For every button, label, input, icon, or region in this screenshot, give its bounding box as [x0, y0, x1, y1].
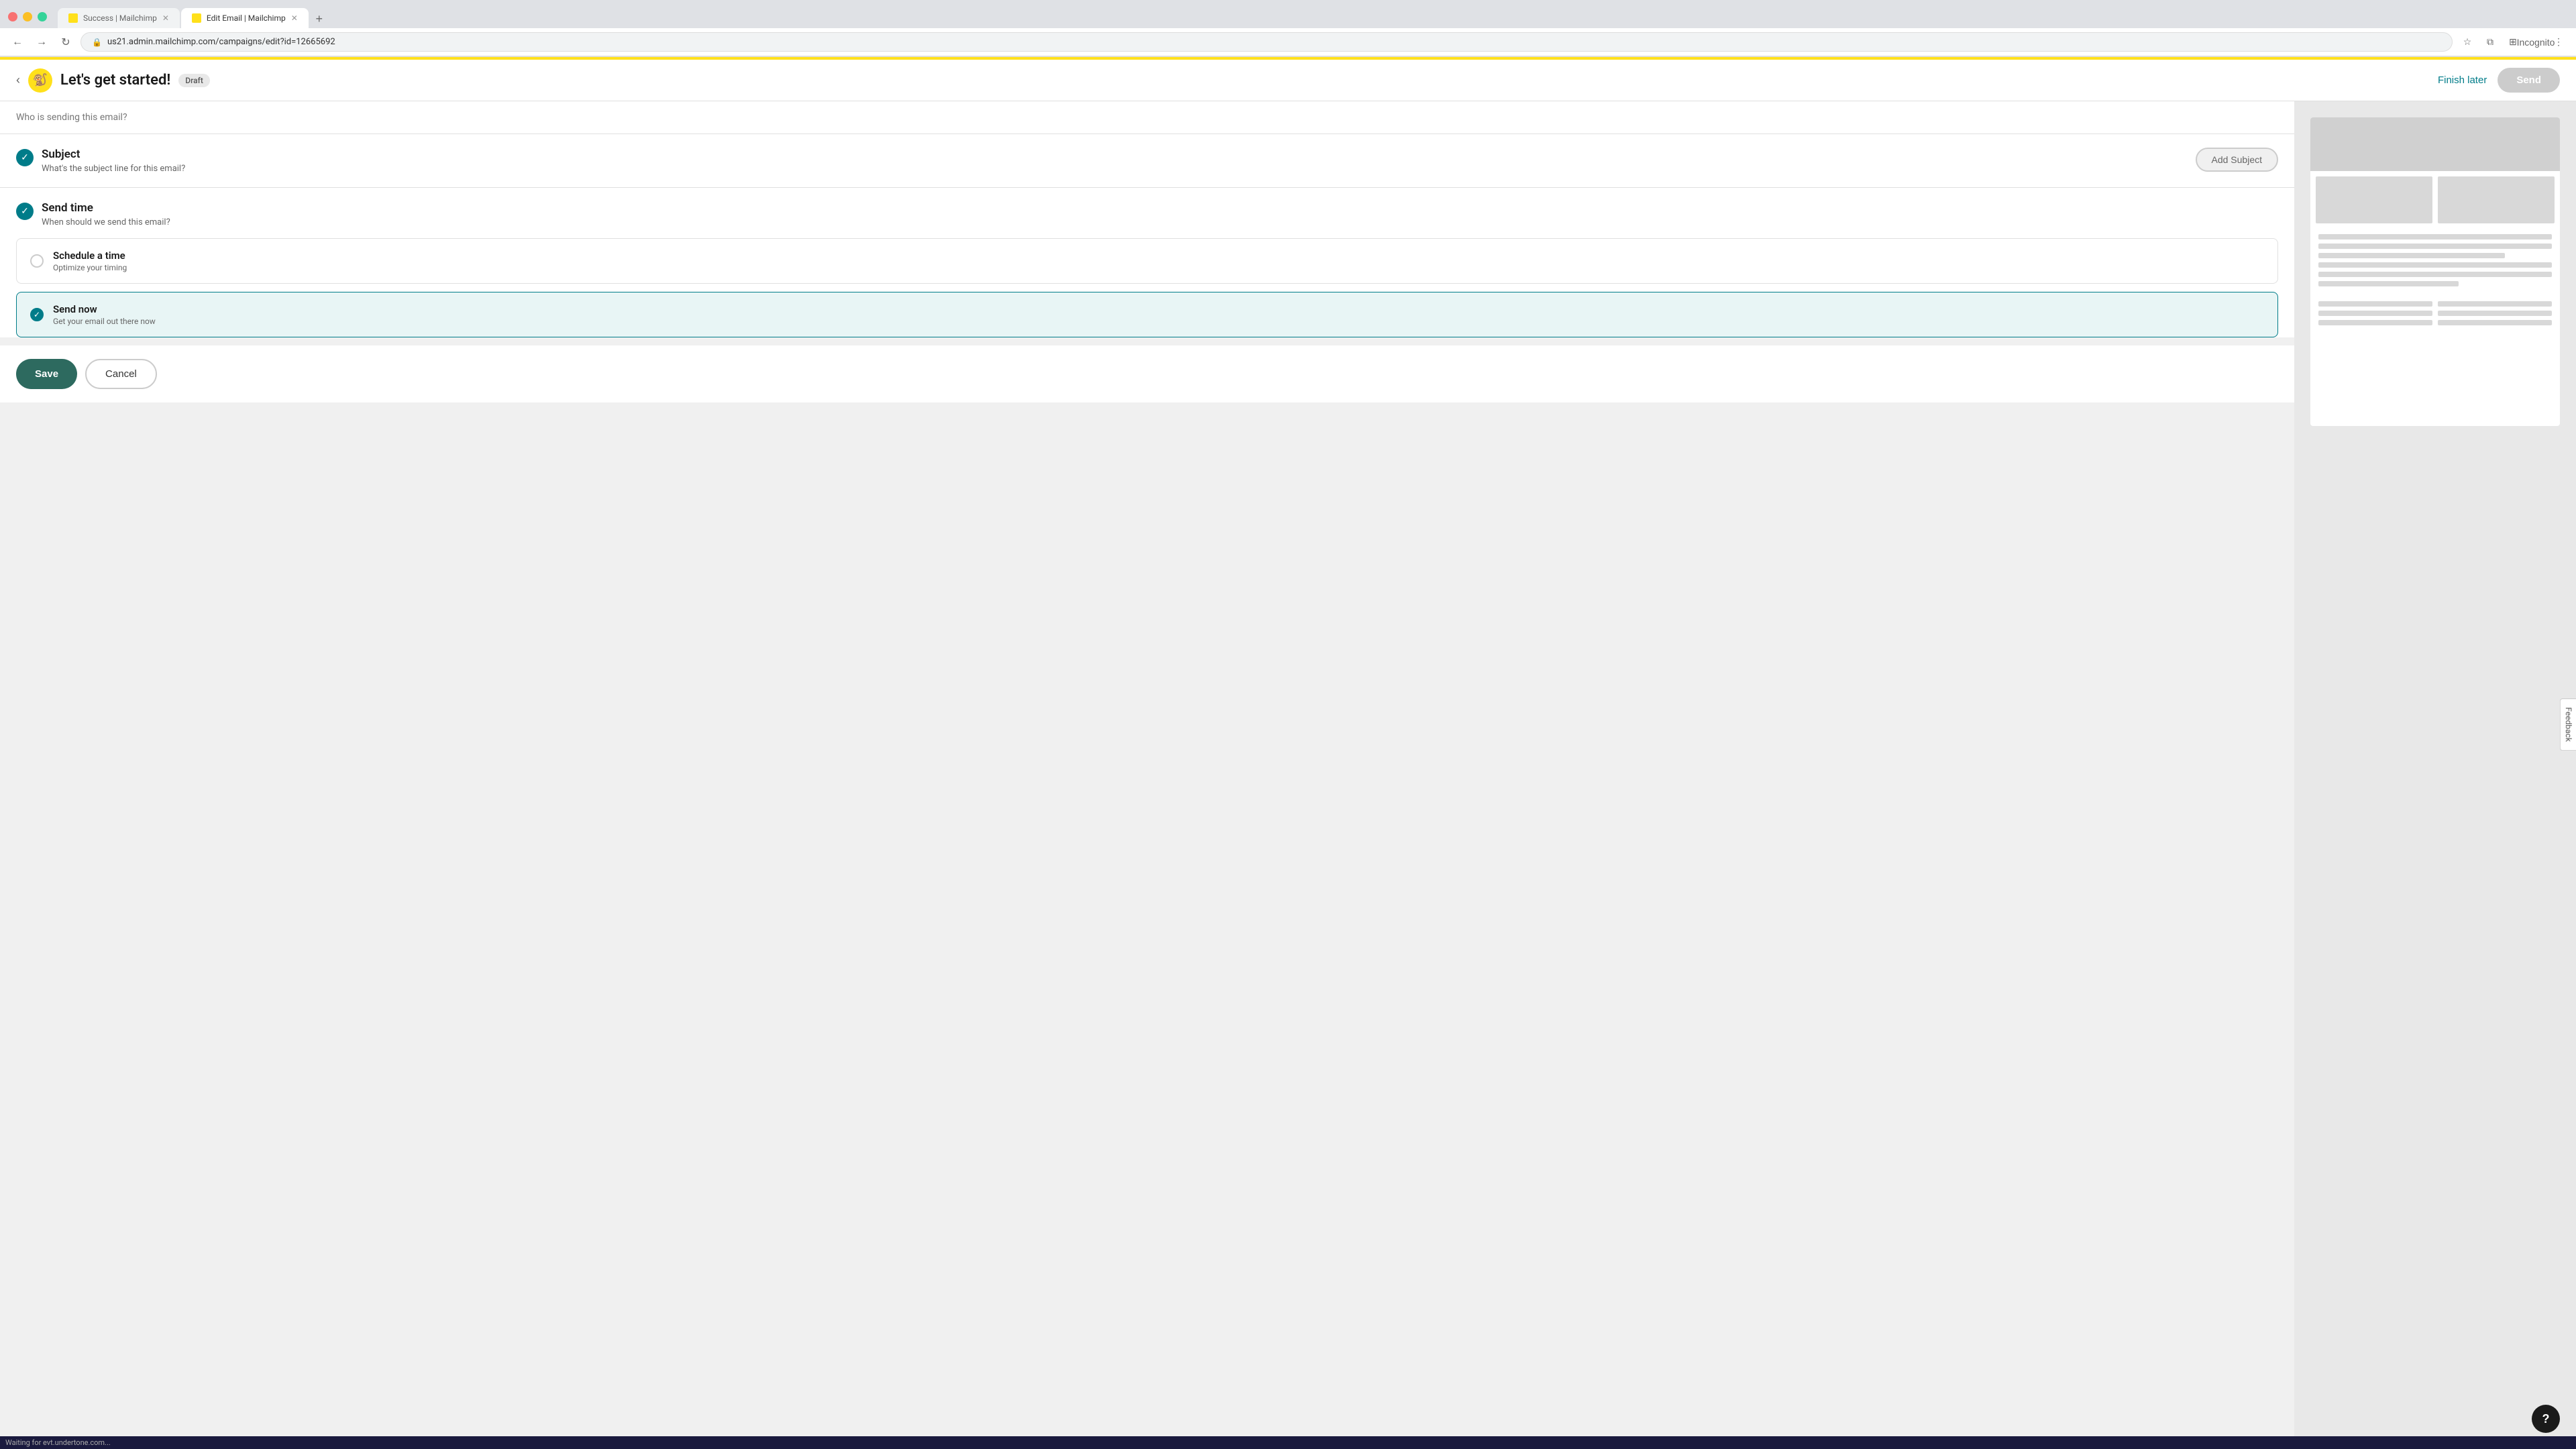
status-text: Waiting for evt.undertone.com...: [5, 1438, 111, 1447]
cancel-button[interactable]: Cancel: [85, 359, 157, 389]
split-button[interactable]: ⧉: [2481, 33, 2500, 52]
sendtime-check-icon: ✓: [16, 203, 34, 220]
feedback-label: Feedback: [2564, 707, 2573, 742]
refresh-nav-button[interactable]: ↻: [56, 33, 75, 52]
header-left: ‹ 🐒 Let's get started! Draft: [16, 68, 210, 93]
preview-line: [2438, 301, 2552, 307]
preview-lines-1: [2310, 229, 2560, 296]
tab-favicon-2: [192, 13, 201, 23]
sendtime-info: Send time When should we send this email…: [42, 201, 170, 227]
window-controls: [8, 12, 47, 21]
preview-line: [2318, 253, 2505, 258]
lock-icon: 🔒: [92, 38, 102, 47]
action-buttons: Save Cancel: [0, 345, 2294, 402]
logo-emoji: 🐒: [33, 73, 48, 87]
preview-hero-block: [2310, 117, 2560, 171]
subject-info: Subject What's the subject line for this…: [42, 148, 185, 174]
toolbar-actions: ☆ ⧉ ⊞ Incognito ⋮: [2458, 33, 2568, 52]
sendtime-section-header: ✓ Send time When should we send this ema…: [16, 201, 2278, 227]
browser-tab-1[interactable]: Success | Mailchimp ✕: [58, 8, 180, 28]
preview-line: [2318, 234, 2552, 239]
right-panel: [2294, 101, 2576, 1436]
send-now-option[interactable]: Send now Get your email out there now: [16, 292, 2278, 337]
sender-section: Who is sending this email?: [0, 101, 2294, 134]
schedule-label: Schedule a time: [53, 250, 127, 262]
browser-titlebar: Success | Mailchimp ✕ Edit Email | Mailc…: [0, 0, 2576, 28]
forward-nav-button[interactable]: →: [32, 33, 51, 52]
preview-line: [2318, 320, 2432, 325]
preview-line: [2318, 301, 2432, 307]
sender-question: Who is sending this email?: [16, 112, 127, 123]
preview-line: [2438, 320, 2552, 325]
new-tab-button[interactable]: +: [310, 9, 329, 28]
preview-line: [2318, 272, 2552, 277]
schedule-option-text: Schedule a time Optimize your timing: [53, 250, 127, 272]
sendtime-title: Send time: [42, 201, 170, 215]
help-button[interactable]: ?: [2532, 1405, 2560, 1433]
status-bar: Waiting for evt.undertone.com...: [0, 1436, 2576, 1449]
star-button[interactable]: ☆: [2458, 33, 2477, 52]
preview-col-lines-2: [2438, 301, 2552, 329]
add-subject-button[interactable]: Add Subject: [2196, 148, 2279, 172]
subject-check-icon: ✓: [16, 149, 34, 166]
feedback-tab[interactable]: Feedback: [2560, 698, 2576, 751]
tabs-bar: Success | Mailchimp ✕ Edit Email | Mailc…: [52, 8, 334, 28]
schedule-sublabel: Optimize your timing: [53, 263, 127, 272]
sendtime-description: When should we send this email?: [42, 217, 170, 227]
browser-tab-2[interactable]: Edit Email | Mailchimp ✕: [181, 8, 309, 28]
send-button[interactable]: Send: [2498, 68, 2560, 93]
subject-section-left: ✓ Subject What's the subject line for th…: [16, 148, 185, 174]
app-header: ‹ 🐒 Let's get started! Draft Finish late…: [0, 60, 2576, 101]
address-bar[interactable]: 🔒 us21.admin.mailchimp.com/campaigns/edi…: [80, 32, 2453, 52]
preview-two-col: [2310, 171, 2560, 229]
finish-later-button[interactable]: Finish later: [2438, 74, 2487, 86]
tab-favicon-1: [68, 13, 78, 23]
subject-title: Subject: [42, 148, 185, 161]
profile-button[interactable]: Incognito: [2526, 33, 2545, 52]
back-nav-button[interactable]: ←: [8, 33, 27, 52]
draft-badge: Draft: [178, 74, 210, 87]
app-title: Let's get started!: [60, 72, 170, 89]
sendtime-section: ✓ Send time When should we send this ema…: [0, 188, 2294, 337]
schedule-option[interactable]: Schedule a time Optimize your timing: [16, 238, 2278, 284]
preview-line: [2318, 262, 2552, 268]
subject-description: What's the subject line for this email?: [42, 164, 185, 174]
send-now-radio[interactable]: [30, 308, 44, 321]
sendtime-section-left: ✓ Send time When should we send this ema…: [16, 201, 170, 227]
tab-title-2: Edit Email | Mailchimp: [207, 13, 286, 23]
preview-col-block-2: [2438, 176, 2555, 223]
main-layout: Who is sending this email? ✓ Subject Wha…: [0, 101, 2576, 1436]
menu-button[interactable]: ⋮: [2549, 33, 2568, 52]
preview-line: [2318, 311, 2432, 316]
tab-title-1: Success | Mailchimp: [83, 13, 157, 23]
preview-line: [2438, 311, 2552, 316]
send-now-label: Send now: [53, 303, 156, 315]
left-panel: Who is sending this email? ✓ Subject Wha…: [0, 101, 2294, 1436]
app-back-button[interactable]: ‹: [16, 73, 20, 87]
browser-toolbar: ← → ↻ 🔒 us21.admin.mailchimp.com/campaig…: [0, 28, 2576, 56]
browser-chrome: Success | Mailchimp ✕ Edit Email | Mailc…: [0, 0, 2576, 57]
send-now-sublabel: Get your email out there now: [53, 317, 156, 326]
preview-col-block-1: [2316, 176, 2432, 223]
subject-section: ✓ Subject What's the subject line for th…: [0, 134, 2294, 188]
schedule-radio[interactable]: [30, 254, 44, 268]
subject-section-header: ✓ Subject What's the subject line for th…: [16, 148, 2278, 174]
preview-line: [2318, 281, 2459, 286]
send-now-option-text: Send now Get your email out there now: [53, 303, 156, 326]
email-preview: [2310, 117, 2560, 426]
tab-close-2[interactable]: ✕: [291, 13, 298, 23]
app-logo: 🐒: [28, 68, 52, 93]
header-right: Finish later Send: [2438, 68, 2560, 93]
window-minimize-button[interactable]: [23, 12, 32, 21]
url-text: us21.admin.mailchimp.com/campaigns/edit?…: [107, 37, 335, 47]
tab-close-1[interactable]: ✕: [162, 13, 169, 23]
window-maximize-button[interactable]: [38, 12, 47, 21]
save-button[interactable]: Save: [16, 359, 77, 389]
preview-two-col-lines: [2310, 296, 2560, 335]
preview-line: [2318, 244, 2552, 249]
radio-options: Schedule a time Optimize your timing Sen…: [16, 238, 2278, 337]
preview-col-lines-1: [2318, 301, 2432, 329]
window-close-button[interactable]: [8, 12, 17, 21]
